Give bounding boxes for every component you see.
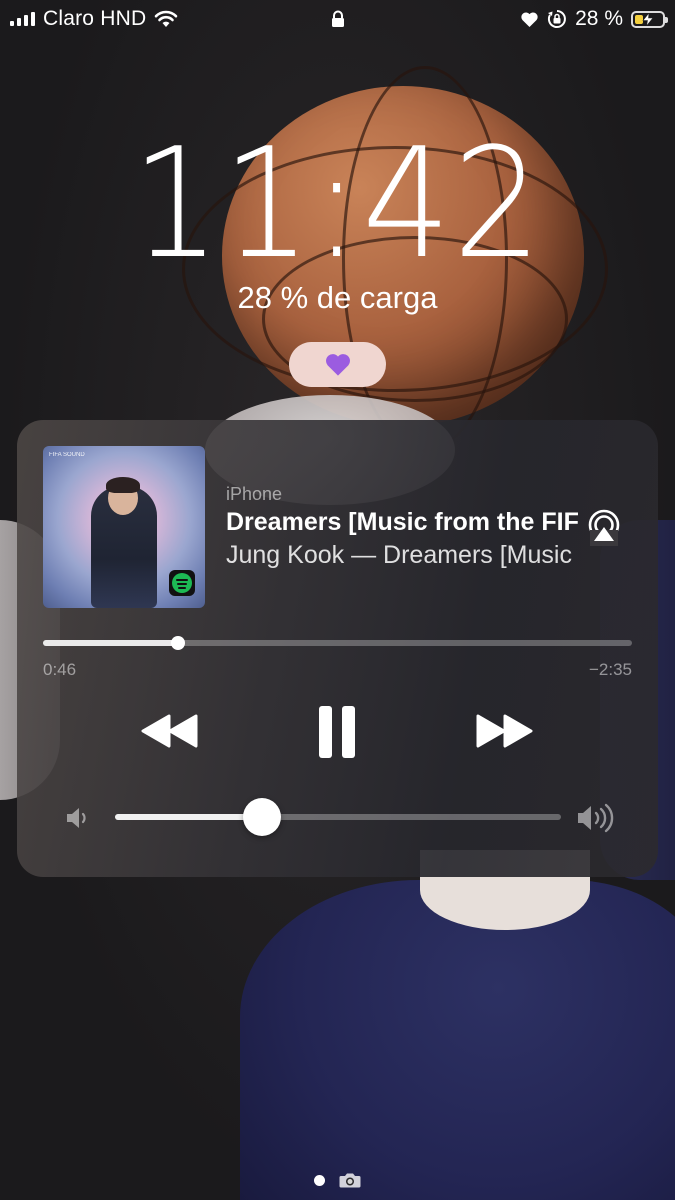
track-artist-container: Jung Kook — Dreamers [Music from the FIF…	[226, 541, 578, 575]
status-right: 28 %	[520, 7, 668, 31]
fast-forward-icon	[476, 714, 533, 748]
volume-high-icon	[578, 803, 614, 833]
track-artist: Jung Kook — Dreamers [Music from the FIF…	[226, 541, 578, 569]
purple-heart-icon	[325, 354, 350, 376]
rewind-icon	[141, 714, 198, 748]
carrier-name: Claro HND	[43, 7, 147, 30]
rewind-button[interactable]	[139, 710, 201, 752]
scrubber-progress	[43, 640, 178, 646]
artwork-label: FIFA SOUND	[49, 452, 85, 458]
scrubber-handle[interactable]	[170, 636, 185, 650]
volume-slider[interactable]	[115, 798, 561, 836]
page-dot	[314, 1174, 325, 1186]
airplay-audio-icon[interactable]	[584, 508, 624, 546]
volume-level	[115, 814, 263, 820]
elapsed-time: 0:46	[43, 660, 77, 679]
artwork-figure-hair	[106, 477, 140, 493]
playback-source: iPhone	[226, 484, 283, 504]
lock-icon	[332, 10, 344, 27]
lock-screen-widget[interactable]	[289, 342, 386, 387]
lock-screen-clock: 11:42	[131, 115, 544, 292]
album-artwork[interactable]: FIFA SOUND	[43, 446, 205, 608]
charge-status: 28 % de carga	[237, 280, 438, 315]
playback-scrubber[interactable]	[43, 636, 632, 650]
status-left: Claro HND	[10, 7, 178, 31]
track-title-container: Dreamers [Music from the FIFA World Cup …	[226, 508, 578, 542]
heart-icon	[521, 11, 538, 27]
wifi-icon	[155, 10, 178, 27]
remaining-time: −2:35	[588, 660, 632, 679]
wallpaper-shirt	[240, 880, 675, 1200]
battery-charging-icon	[631, 10, 668, 28]
fast-forward-button[interactable]	[473, 710, 535, 752]
status-bar: Claro HND 28 %	[0, 0, 675, 40]
camera-icon[interactable]	[339, 1172, 361, 1188]
volume-handle[interactable]	[243, 798, 282, 836]
charging-bolt-icon	[642, 12, 654, 26]
pause-icon	[319, 706, 355, 758]
now-playing-card: FIFA SOUND iPhone Dreamers [Music from t…	[17, 420, 658, 877]
cellular-signal-icon	[10, 12, 35, 26]
page-indicator	[0, 1172, 675, 1188]
rotation-lock-icon	[548, 10, 567, 28]
volume-low-icon	[67, 808, 86, 828]
battery-percent: 28 %	[575, 7, 623, 30]
pause-button[interactable]	[312, 702, 362, 762]
spotify-icon	[169, 570, 195, 596]
track-title: Dreamers [Music from the FIFA World Cup …	[226, 508, 578, 536]
